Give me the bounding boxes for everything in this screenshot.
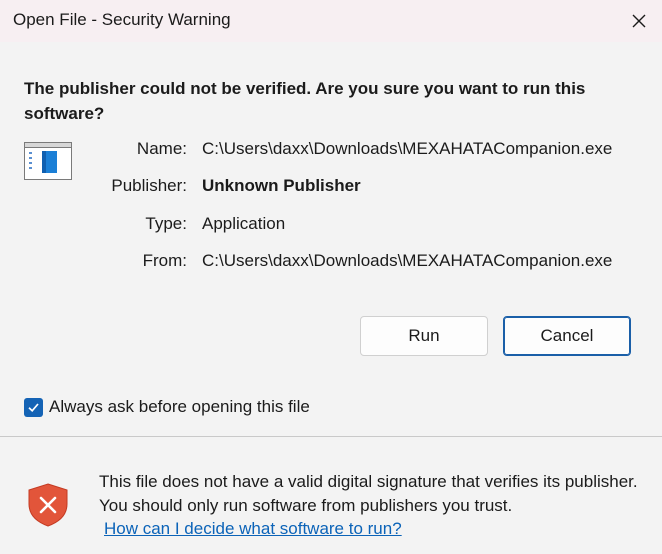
info-row-from: From: C:\Users\daxx\Downloads\MEXAHATACo…	[0, 251, 662, 275]
type-value: Application	[202, 214, 286, 233]
checkmark-icon	[28, 402, 39, 412]
divider	[0, 436, 662, 437]
info-row-name: Name: C:\Users\daxx\Downloads\MEXAHATACo…	[0, 139, 662, 163]
warning-shield-icon	[27, 483, 69, 532]
warning-heading: The publisher could not be verified. Are…	[24, 79, 586, 123]
name-label: Name:	[136, 139, 187, 158]
help-link[interactable]: How can I decide what software to run?	[104, 519, 402, 539]
always-ask-label[interactable]: Always ask before opening this file	[49, 397, 310, 417]
from-value: C:\Users\daxx\Downloads\MEXAHATACompanio…	[202, 251, 613, 270]
window-title: Open File - Security Warning	[13, 10, 231, 29]
title-bar: Open File - Security Warning	[0, 0, 662, 42]
name-value: C:\Users\daxx\Downloads\MEXAHATACompanio…	[202, 139, 613, 158]
info-row-type: Type: Application	[0, 214, 662, 238]
footer-message: This file does not have a valid digital …	[99, 472, 638, 515]
publisher-value: Unknown Publisher	[202, 176, 361, 195]
publisher-label: Publisher:	[111, 176, 187, 195]
always-ask-checkbox[interactable]	[24, 397, 43, 417]
always-ask-checkbox-row: Always ask before opening this file	[24, 395, 310, 419]
close-icon	[632, 14, 646, 28]
from-label: From:	[142, 251, 187, 270]
run-button[interactable]: Run	[360, 316, 488, 356]
info-row-publisher: Publisher: Unknown Publisher	[0, 176, 662, 200]
close-button[interactable]	[616, 0, 662, 42]
cancel-button[interactable]: Cancel	[503, 316, 631, 356]
type-label: Type:	[145, 214, 187, 233]
